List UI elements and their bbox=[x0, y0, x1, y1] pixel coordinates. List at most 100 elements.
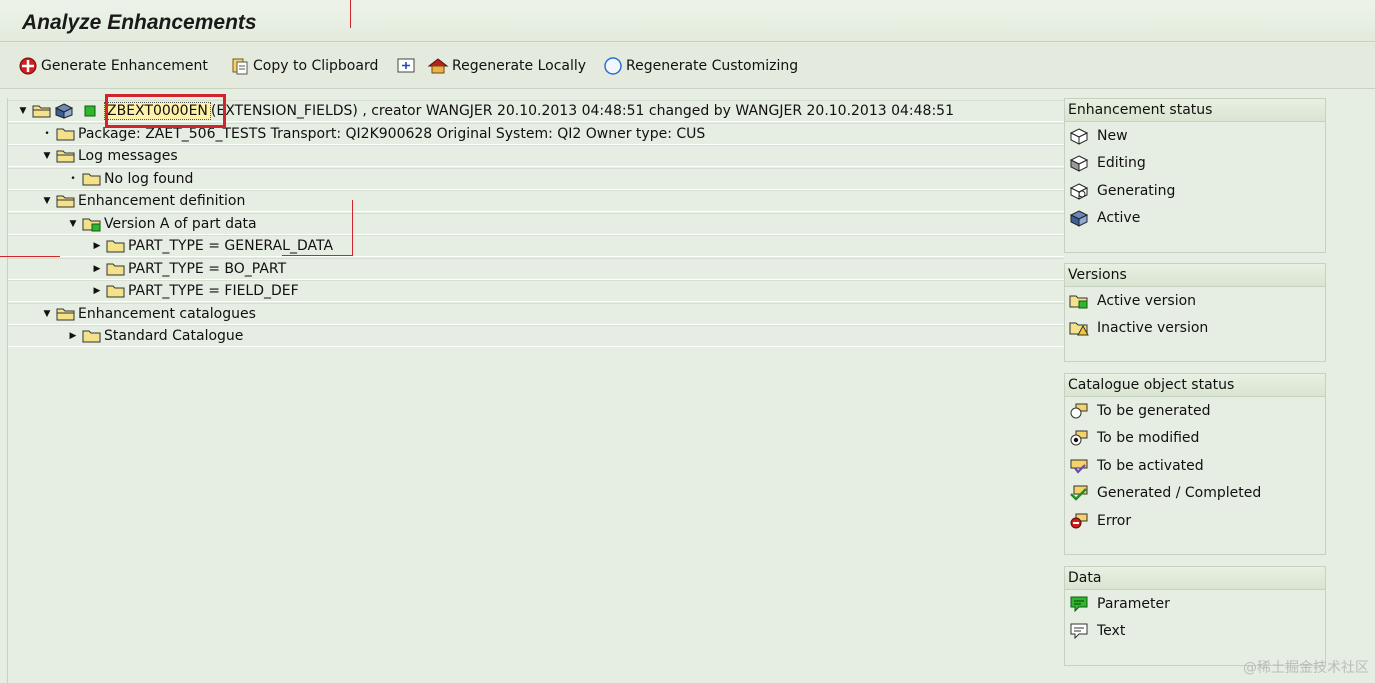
bullet-icon: • bbox=[44, 128, 50, 139]
log-messages-label: Log messages bbox=[78, 148, 178, 164]
annotation-line bbox=[282, 255, 352, 256]
package-text: Package: ZAET_506_TESTS Transport: QI2K9… bbox=[78, 125, 706, 142]
tree-row-part-bo[interactable]: ▶ PART_TYPE = BO_PART bbox=[8, 257, 1064, 280]
tree-row-root[interactable]: ▼ ZBEXT0000EN (EXTENSION_FIELDS) , creat… bbox=[8, 100, 1064, 122]
tree-row-std-catalogue[interactable]: ▶ Standard Catalogue bbox=[8, 325, 1064, 347]
expand-icon bbox=[397, 58, 415, 73]
expand-arrow-icon[interactable]: ▶ bbox=[68, 330, 78, 342]
open-folder-icon bbox=[32, 105, 51, 118]
watermark: @稀土掘金技术社区 bbox=[1243, 660, 1369, 676]
text-icon bbox=[1070, 623, 1088, 640]
regenerate-locally-label: Regenerate Locally bbox=[452, 58, 587, 74]
tree-row-part-field[interactable]: ▶ PART_TYPE = FIELD_DEF bbox=[8, 280, 1064, 302]
active-version-icon bbox=[1069, 295, 1088, 309]
legend-label: Parameter bbox=[1097, 595, 1170, 612]
legend-label: Generated / Completed bbox=[1097, 485, 1262, 502]
annotation-line bbox=[352, 200, 353, 256]
expand-arrow-icon[interactable]: ▶ bbox=[92, 240, 102, 252]
tree-row-enh-definition[interactable]: ▼ Enhancement definition bbox=[8, 190, 1064, 212]
legend-item-text: Text bbox=[1065, 618, 1325, 646]
legend-label: Editing bbox=[1097, 155, 1146, 172]
tree-row-part-general[interactable]: ▶ PART_TYPE = GENERAL_DATA bbox=[8, 235, 1064, 257]
root-details-text: (EXTENSION_FIELDS) , creator WANGJER 20.… bbox=[210, 103, 954, 119]
legend-header: Catalogue object status bbox=[1065, 373, 1325, 397]
generated-completed-icon bbox=[1070, 485, 1088, 502]
legend-header: Enhancement status bbox=[1065, 98, 1325, 122]
folder-icon bbox=[82, 173, 101, 185]
tree-row-no-log[interactable]: • No log found bbox=[8, 167, 1064, 190]
expand-arrow-icon[interactable]: ▶ bbox=[92, 285, 102, 297]
title-bar: Analyze Enhancements bbox=[0, 0, 1375, 42]
legend-label: Inactive version bbox=[1097, 320, 1209, 337]
to-be-generated-icon bbox=[1070, 403, 1088, 419]
enhancement-key[interactable]: ZBEXT0000EN bbox=[104, 102, 211, 120]
green-status-icon bbox=[84, 105, 96, 117]
legend-item-active-version: Active version bbox=[1065, 287, 1325, 315]
legend-label: New bbox=[1097, 127, 1128, 144]
tree-row-enh-catalogues[interactable]: ▼ Enhancement catalogues bbox=[8, 302, 1064, 325]
open-folder-icon bbox=[56, 308, 75, 320]
part-field-label: PART_TYPE = FIELD_DEF bbox=[128, 283, 299, 299]
legend-item-to-be-activated: To be activated bbox=[1065, 452, 1325, 480]
tree-row-version-a[interactable]: ▼ Version A of part data bbox=[8, 212, 1064, 235]
legend-item-generated-completed: Generated / Completed bbox=[1065, 480, 1325, 508]
legend-label: Generating bbox=[1097, 182, 1176, 199]
error-icon bbox=[1070, 513, 1088, 529]
collapse-arrow-icon[interactable]: ▼ bbox=[18, 105, 28, 117]
expand-icon-button[interactable] bbox=[396, 54, 421, 78]
legend-label: To be generated bbox=[1097, 402, 1211, 419]
no-log-label: No log found bbox=[104, 170, 194, 187]
inactive-version-icon bbox=[1069, 322, 1089, 336]
legend-label: Error bbox=[1097, 512, 1132, 529]
legend-header: Versions bbox=[1065, 263, 1325, 287]
open-folder-icon bbox=[56, 150, 75, 163]
tree-row-package[interactable]: • Package: ZAET_506_TESTS Transport: QI2… bbox=[8, 122, 1064, 145]
legend-item-parameter: Parameter bbox=[1065, 590, 1325, 618]
legend-enhancement-status: Enhancement status New Editing Generatin… bbox=[1064, 98, 1326, 253]
legend-item-active: Active bbox=[1065, 205, 1325, 233]
folder-icon bbox=[106, 285, 125, 298]
circle-icon bbox=[604, 57, 622, 75]
tree-row-log-messages[interactable]: ▼ Log messages bbox=[8, 145, 1064, 167]
parameter-icon bbox=[1070, 596, 1088, 612]
legend-item-inactive-version: Inactive version bbox=[1065, 315, 1325, 343]
legend-item-to-be-modified: To be modified bbox=[1065, 425, 1325, 453]
legend-item-to-be-generated: To be generated bbox=[1065, 397, 1325, 425]
folder-icon bbox=[106, 240, 125, 253]
active-cube-icon bbox=[54, 103, 74, 119]
regenerate-locally-button[interactable]: Regenerate Locally bbox=[427, 54, 586, 78]
legend-header: Data bbox=[1065, 566, 1325, 590]
legend-item-error: Error bbox=[1065, 507, 1325, 535]
active-version-icon bbox=[82, 218, 101, 231]
legend-catalogue-status: Catalogue object status To be generated … bbox=[1064, 373, 1326, 555]
collapse-arrow-icon[interactable]: ▼ bbox=[42, 308, 52, 320]
annotation-line bbox=[350, 0, 351, 28]
regenerate-customizing-button[interactable]: Regenerate Customizing bbox=[603, 54, 798, 78]
legend-item-editing: Editing bbox=[1065, 150, 1325, 178]
std-catalogue-label: Standard Catalogue bbox=[104, 328, 244, 344]
house-icon bbox=[427, 58, 449, 74]
to-be-modified-icon bbox=[1070, 430, 1088, 446]
legend-item-generating: Generating bbox=[1065, 177, 1325, 205]
folder-icon bbox=[106, 263, 125, 275]
regenerate-customizing-label: Regenerate Customizing bbox=[626, 58, 799, 74]
enhancement-tree: ▼ ZBEXT0000EN (EXTENSION_FIELDS) , creat… bbox=[7, 98, 1064, 683]
copy-clipboard-button[interactable]: Copy to Clipboard bbox=[230, 54, 378, 78]
editing-cube-icon bbox=[1069, 155, 1089, 173]
generate-enhancement-button[interactable]: Generate Enhancement bbox=[18, 54, 208, 78]
legend-label: Text bbox=[1097, 623, 1126, 640]
legend-data: Data Parameter Text bbox=[1064, 566, 1326, 666]
legend-versions: Versions Active version Inactive version bbox=[1064, 263, 1326, 362]
folder-icon bbox=[82, 330, 101, 343]
collapse-arrow-icon[interactable]: ▼ bbox=[68, 218, 78, 230]
part-bo-label: PART_TYPE = BO_PART bbox=[128, 260, 287, 277]
legend-label: Active bbox=[1097, 210, 1141, 227]
annotation-line bbox=[0, 256, 60, 257]
expand-arrow-icon[interactable]: ▶ bbox=[92, 263, 102, 275]
collapse-arrow-icon[interactable]: ▼ bbox=[42, 195, 52, 207]
generate-enhancement-label: Generate Enhancement bbox=[41, 58, 208, 74]
to-be-activated-icon bbox=[1070, 459, 1088, 474]
legend-item-new: New bbox=[1065, 122, 1325, 150]
bullet-icon: • bbox=[70, 173, 76, 184]
collapse-arrow-icon[interactable]: ▼ bbox=[42, 150, 52, 162]
